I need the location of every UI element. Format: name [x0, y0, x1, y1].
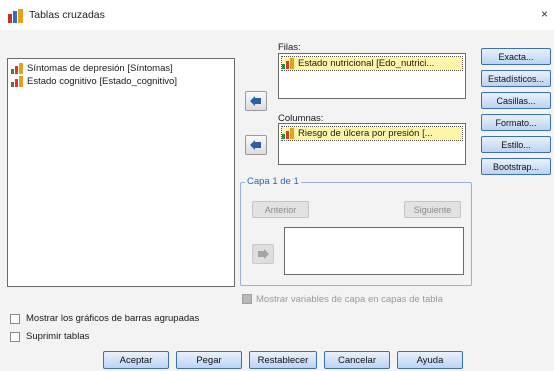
- layer-title: Capa 1 de 1: [245, 176, 301, 187]
- move-to-rows-button[interactable]: [245, 91, 267, 111]
- list-item[interactable]: Síntomas de depresión [Síntomas]: [11, 62, 231, 75]
- rows-list[interactable]: Estado nutricional [Edo_nutrici...: [278, 53, 466, 99]
- reset-button[interactable]: Restablecer: [249, 351, 317, 369]
- show-layer-variables-label: Mostrar variables de capa en capas de ta…: [256, 294, 443, 305]
- list-item-label: Síntomas de depresión [Síntomas]: [27, 63, 173, 74]
- app-icon: [8, 9, 23, 23]
- statistics-button[interactable]: Estadísticos...: [481, 70, 551, 87]
- previous-layer-button[interactable]: Anterior: [252, 201, 309, 218]
- cancel-button[interactable]: Cancelar: [324, 351, 390, 369]
- list-item[interactable]: Estado cognitivo [Estado_cognitivo]: [11, 75, 231, 88]
- list-item-label: Estado cognitivo [Estado_cognitivo]: [27, 76, 177, 87]
- rows-label: Filas:: [278, 42, 301, 53]
- ordinal-variable-icon: [11, 63, 23, 74]
- list-item[interactable]: Estado nutricional [Edo_nutrici...: [281, 56, 463, 71]
- layer-list[interactable]: [284, 227, 464, 275]
- list-item[interactable]: Riesgo de úlcera por presión [...: [281, 126, 463, 141]
- bootstrap-button[interactable]: Bootstrap...: [481, 158, 551, 175]
- move-to-columns-button[interactable]: [245, 135, 267, 155]
- columns-list[interactable]: Riesgo de úlcera por presión [...: [278, 123, 466, 165]
- ordinal-variable-icon: [11, 76, 23, 87]
- format-button[interactable]: Formato...: [481, 114, 551, 131]
- list-item-label: Estado nutricional [Edo_nutrici...: [298, 58, 435, 69]
- arrow-right-icon: [258, 249, 269, 259]
- suppress-tables-label: Suprimir tablas: [26, 331, 90, 342]
- exact-button[interactable]: Exacta...: [481, 48, 551, 65]
- next-layer-button[interactable]: Siguiente: [404, 201, 461, 218]
- style-button[interactable]: Estilo...: [481, 136, 551, 153]
- ordinal-variable-icon: [282, 128, 294, 139]
- arrow-left-icon: [250, 96, 261, 106]
- list-item-label: Riesgo de úlcera por presión [...: [298, 128, 433, 139]
- window-title: Tablas cruzadas: [29, 9, 105, 21]
- move-to-layer-button[interactable]: [252, 244, 274, 264]
- close-icon[interactable]: ×: [541, 7, 548, 21]
- source-variable-list[interactable]: Síntomas de depresión [Síntomas] Estado …: [7, 58, 235, 287]
- help-button[interactable]: Ayuda: [397, 351, 463, 369]
- clustered-bars-label: Mostrar los gráficos de barras agrupadas: [26, 313, 200, 324]
- arrow-left-icon: [250, 140, 261, 150]
- cells-button[interactable]: Casillas...: [481, 92, 551, 109]
- ordinal-variable-icon: [282, 58, 294, 69]
- suppress-tables-checkbox[interactable]: [10, 332, 20, 342]
- paste-button[interactable]: Pegar: [176, 351, 242, 369]
- show-layer-variables-checkbox[interactable]: [242, 294, 252, 304]
- clustered-bars-checkbox[interactable]: [10, 314, 20, 324]
- ok-button[interactable]: Aceptar: [103, 351, 169, 369]
